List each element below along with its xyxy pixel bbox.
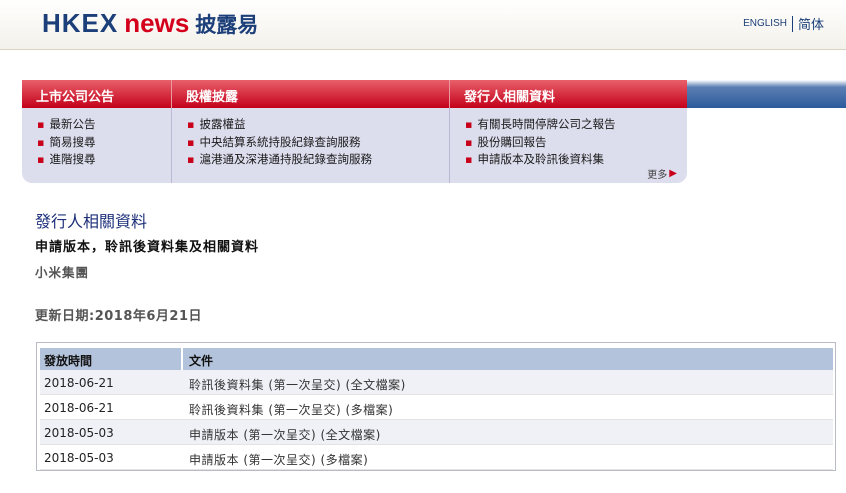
lang-divider bbox=[791, 15, 793, 32]
table-row: 2018-05-03 申請版本 (第一次呈交) (多檔案) bbox=[40, 445, 833, 470]
bullet-icon: ▪ bbox=[465, 153, 473, 166]
document-link[interactable]: 聆訊後資料集 (第一次呈交) (全文檔案) bbox=[183, 370, 833, 394]
table-header-row: 發放時間 文件 bbox=[40, 348, 833, 370]
nav-link-label: 股份購回報告 bbox=[477, 134, 547, 149]
more-link[interactable]: 更多 ▶ bbox=[647, 166, 677, 181]
bullet-icon: ▪ bbox=[187, 135, 195, 149]
table-row: 2018-06-21 聆訊後資料集 (第一次呈交) (全文檔案) bbox=[40, 370, 833, 395]
documents-table: 發放時間 文件 2018-06-21 聆訊後資料集 (第一次呈交) (全文檔案)… bbox=[36, 342, 836, 471]
tab-disclosure-of-interests[interactable]: 股權披露 bbox=[172, 80, 450, 108]
document-link[interactable]: 申請版本 (第一次呈交) (多檔案) bbox=[183, 445, 833, 469]
nav-link-label: 披露權益 bbox=[199, 117, 246, 131]
cell-date: 2018-05-03 bbox=[44, 451, 114, 465]
logo-chinese-text: 披露易 bbox=[195, 13, 259, 37]
nav-link-share-buyback-report[interactable]: ▪ 股份購回報告 bbox=[465, 134, 687, 152]
language-switcher: ENGLISH 简体 bbox=[743, 14, 824, 33]
more-link-label: 更多 bbox=[647, 170, 668, 181]
company-name: 小米集團 bbox=[35, 265, 90, 280]
nav-link-label: 申請版本及聆訊後資料集 bbox=[477, 152, 604, 166]
document-link[interactable]: 聆訊後資料集 (第一次呈交) (多檔案) bbox=[183, 395, 833, 419]
logo-news-text: news bbox=[124, 8, 190, 38]
cell-date: 2018-05-03 bbox=[44, 426, 114, 440]
bullet-icon: ▪ bbox=[37, 153, 45, 166]
bullet-icon: ▪ bbox=[37, 118, 45, 131]
nav-link-latest-announcements[interactable]: ▪ 最新公告 bbox=[37, 116, 171, 134]
nav-dropdown-panel: ▪ 最新公告 ▪ 簡易搜尋 ▪ 進階搜尋 ▪ 披露權益 ▪ 中央結算系統持股紀錄查詢服務 … bbox=[22, 108, 687, 183]
tab-listed-company-announcements[interactable]: 上市公司公告 bbox=[22, 80, 172, 108]
document-link[interactable]: 申請版本 (第一次呈交) (全文檔案) bbox=[183, 420, 833, 444]
play-arrow-icon: ▶ bbox=[669, 168, 677, 179]
tab-issuer-related-info[interactable]: 發行人相關資料 bbox=[450, 80, 687, 108]
bullet-icon: ▪ bbox=[465, 135, 473, 149]
nav-link-advanced-search[interactable]: ▪ 進階搜尋 bbox=[37, 151, 171, 169]
nav-link-label: 進階搜尋 bbox=[49, 152, 96, 166]
cell-date: 2018-06-21 bbox=[44, 376, 114, 390]
bullet-icon: ▪ bbox=[37, 135, 45, 149]
bullet-icon: ▪ bbox=[465, 118, 473, 131]
nav-column-announcements: ▪ 最新公告 ▪ 簡易搜尋 ▪ 進階搜尋 bbox=[22, 108, 172, 183]
column-header-document: 文件 bbox=[189, 354, 214, 368]
nav-tab-bar: 上市公司公告 股權披露 發行人相關資料 bbox=[22, 80, 687, 108]
column-header-release-time: 發放時間 bbox=[40, 348, 183, 370]
nav-blue-strip bbox=[687, 80, 846, 108]
nav-link-label: 滬港通及深港通持股紀錄查詢服務 bbox=[199, 152, 372, 166]
nav-link-disclosure-of-interests[interactable]: ▪ 披露權益 bbox=[187, 116, 449, 134]
lang-simplified-link[interactable]: 简体 bbox=[798, 14, 824, 33]
hkexnews-logo[interactable]: HKEX news 披露易 bbox=[42, 8, 258, 40]
bullet-icon: ▪ bbox=[187, 118, 195, 131]
nav-link-label: 簡易搜尋 bbox=[49, 134, 96, 149]
nav-column-disclosure: ▪ 披露權益 ▪ 中央結算系統持股紀錄查詢服務 ▪ 滬港通及深港通持股紀錄查詢服務 bbox=[172, 108, 450, 183]
nav-column-issuer: ▪ 有關長時間停牌公司之報告 ▪ 股份購回報告 ▪ 申請版本及聆訊後資料集 更多 ▶ bbox=[450, 108, 687, 183]
table-row: 2018-05-03 申請版本 (第一次呈交) (全文檔案) bbox=[40, 420, 833, 445]
lang-english-link[interactable]: ENGLISH bbox=[743, 18, 787, 29]
page-title: 發行人相關資料 bbox=[35, 212, 148, 231]
nav-link-label: 有關長時間停牌公司之報告 bbox=[477, 117, 616, 131]
table-row: 2018-06-21 聆訊後資料集 (第一次呈交) (多檔案) bbox=[40, 395, 833, 420]
bullet-icon: ▪ bbox=[187, 153, 195, 166]
site-header: HKEX news 披露易 ENGLISH 简体 bbox=[0, 0, 846, 50]
logo-hkex-text: HKEX bbox=[42, 8, 119, 38]
nav-link-ccass-shareholding[interactable]: ▪ 中央結算系統持股紀錄查詢服務 bbox=[187, 134, 449, 152]
nav-link-simple-search[interactable]: ▪ 簡易搜尋 bbox=[37, 134, 171, 152]
page-subtitle: 申請版本，聆訊後資料集及相關資料 bbox=[35, 240, 260, 255]
update-date: 更新日期:2018年6月21日 bbox=[35, 309, 203, 324]
nav-link-label: 中央結算系統持股紀錄查詢服務 bbox=[199, 134, 361, 149]
cell-date: 2018-06-21 bbox=[44, 401, 114, 415]
nav-link-prolonged-suspension-report[interactable]: ▪ 有關長時間停牌公司之報告 bbox=[465, 116, 687, 134]
nav-link-label: 最新公告 bbox=[49, 117, 96, 131]
nav-link-stock-connect-shareholding[interactable]: ▪ 滬港通及深港通持股紀錄查詢服務 bbox=[187, 151, 449, 169]
main-navigation: 上市公司公告 股權披露 發行人相關資料 ▪ 最新公告 ▪ 簡易搜尋 ▪ 進階搜尋 ▪ 披… bbox=[22, 80, 846, 183]
